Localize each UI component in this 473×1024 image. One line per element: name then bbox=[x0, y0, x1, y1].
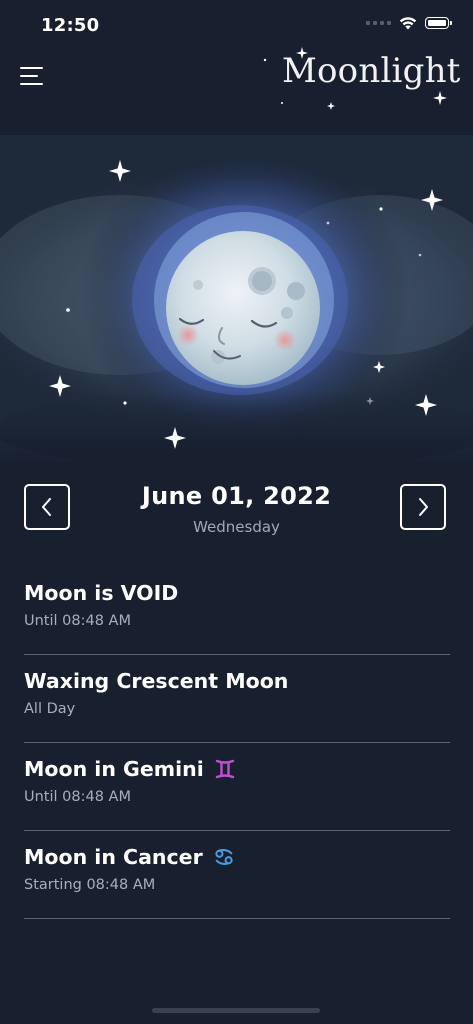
status-bar: 12:50 bbox=[0, 0, 473, 50]
smiling-moon-icon bbox=[0, 135, 473, 465]
battery-icon bbox=[425, 17, 452, 29]
event-subtitle: All Day bbox=[24, 701, 76, 717]
chevron-right-icon bbox=[419, 498, 428, 516]
app-header: Moonlight bbox=[0, 47, 473, 130]
event-title-text: Moon is VOID bbox=[24, 581, 179, 605]
list-item[interactable]: Moon in Gemini Until 08:48 AM bbox=[24, 743, 450, 831]
moon-hero-illustration bbox=[0, 135, 473, 465]
date-navigation: June 01, 2022 Wednesday bbox=[0, 470, 473, 550]
event-title: Moon in Gemini bbox=[24, 757, 236, 781]
hamburger-menu-icon[interactable] bbox=[20, 60, 52, 92]
cancer-icon bbox=[213, 846, 235, 868]
list-item[interactable]: Waxing Crescent Moon All Day bbox=[24, 655, 450, 743]
event-title-text: Moon in Gemini bbox=[24, 757, 204, 781]
home-indicator[interactable] bbox=[152, 1008, 320, 1013]
event-title: Waxing Crescent Moon bbox=[24, 669, 288, 693]
moon-events-list: Moon is VOID Until 08:48 AM Waxing Cresc… bbox=[24, 567, 450, 919]
status-icons bbox=[366, 16, 452, 30]
next-day-button[interactable] bbox=[400, 484, 446, 530]
list-item[interactable]: Moon is VOID Until 08:48 AM bbox=[24, 567, 450, 655]
event-subtitle: Until 08:48 AM bbox=[24, 789, 131, 805]
event-title: Moon in Cancer bbox=[24, 845, 235, 869]
event-title: Moon is VOID bbox=[24, 581, 178, 605]
brand-logo: Moonlight bbox=[250, 45, 465, 125]
event-title-text: Waxing Crescent Moon bbox=[24, 669, 289, 693]
event-subtitle: Until 08:48 AM bbox=[24, 613, 131, 629]
signal-icon bbox=[366, 21, 391, 25]
event-subtitle: Starting 08:48 AM bbox=[24, 877, 156, 893]
list-item[interactable]: Moon in Cancer Starting 08:48 AM bbox=[24, 831, 450, 919]
wifi-icon bbox=[399, 17, 417, 30]
brand-title: Moonlight bbox=[282, 51, 461, 91]
status-time: 12:50 bbox=[41, 15, 100, 36]
gemini-icon bbox=[214, 758, 236, 780]
event-title-text: Moon in Cancer bbox=[24, 845, 203, 869]
